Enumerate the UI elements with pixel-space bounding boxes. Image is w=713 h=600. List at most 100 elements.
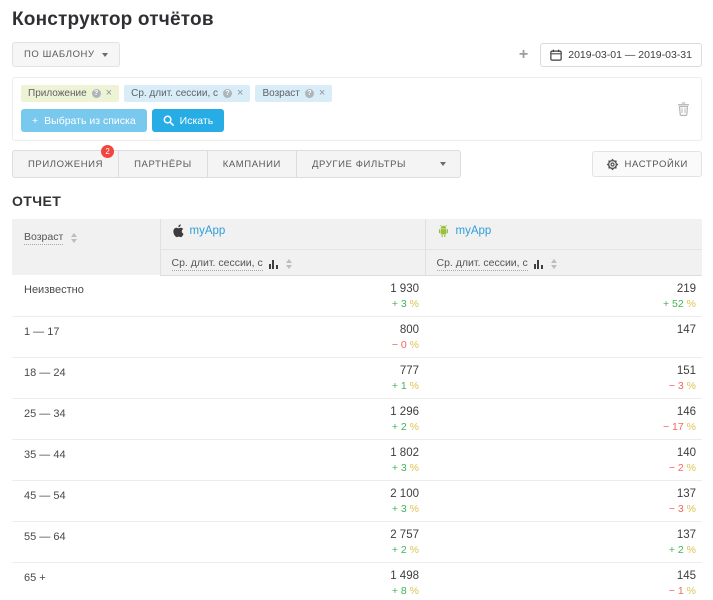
app-name-link[interactable]: myApp xyxy=(190,225,226,237)
chevron-down-icon xyxy=(102,53,108,57)
cell-value: 219 xyxy=(425,283,696,295)
row-label: 1 — 17 xyxy=(12,316,160,357)
metric-header-ios[interactable]: Ср. длит. сессии, с xyxy=(160,249,425,275)
cell-value: 137 xyxy=(425,488,696,500)
filter-tabs: ПРИЛОЖЕНИЯ 2 ПАРТНЁРЫ КАМПАНИИ ДРУГИЕ ФИ… xyxy=(12,150,461,178)
bar-chart-icon xyxy=(534,260,543,269)
tab-campaigns[interactable]: КАМПАНИИ xyxy=(208,150,297,178)
app-header-android[interactable]: myApp xyxy=(425,219,702,249)
table-row[interactable]: 45 — 54 2 100 + 3 % 137 − 3 % xyxy=(12,480,702,521)
tabs-row: ПРИЛОЖЕНИЯ 2 ПАРТНЁРЫ КАМПАНИИ ДРУГИЕ ФИ… xyxy=(12,150,702,178)
cell-change: + 8 % xyxy=(160,585,419,597)
cell-change: + 3 % xyxy=(160,298,419,310)
cell-value: 1 498 xyxy=(160,570,419,582)
table-row[interactable]: 55 — 64 2 757 + 2 % 137 + 2 % xyxy=(12,521,702,562)
template-dropdown-button[interactable]: ПО ШАБЛОНУ xyxy=(12,42,120,67)
cell-value: 2 757 xyxy=(160,529,419,541)
info-icon[interactable]: ? xyxy=(92,89,101,98)
cell-value: 145 xyxy=(425,570,696,582)
add-period-button[interactable]: + xyxy=(519,47,528,63)
filter-chip-age[interactable]: Возраст ? × xyxy=(255,85,332,102)
tab-applications-label: ПРИЛОЖЕНИЯ xyxy=(28,159,103,170)
remove-chip-icon[interactable]: × xyxy=(237,88,243,99)
filter-chip-session-length[interactable]: Ср. длит. сессии, с ? × xyxy=(124,85,250,102)
report-builder-page: Конструктор отчётов ПО ШАБЛОНУ + 2019-03… xyxy=(0,9,713,600)
table-row[interactable]: 65 + 1 498 + 8 % 145 − 1 % xyxy=(12,562,702,600)
date-range-value: 2019-03-01 — 2019-03-31 xyxy=(568,49,692,61)
row-label: 25 — 34 xyxy=(12,398,160,439)
search-button-label: Искать xyxy=(180,115,214,127)
info-icon[interactable]: ? xyxy=(305,89,314,98)
tab-applications[interactable]: ПРИЛОЖЕНИЯ 2 xyxy=(12,150,119,178)
app-name-link[interactable]: myApp xyxy=(456,225,492,237)
applications-count-badge: 2 xyxy=(101,145,114,158)
table-row[interactable]: 25 — 34 1 296 + 2 % 146 − 17 % xyxy=(12,398,702,439)
search-icon xyxy=(163,115,174,126)
cell-value: 2 100 xyxy=(160,488,419,500)
cell-value: 146 xyxy=(425,406,696,418)
row-label: 18 — 24 xyxy=(12,357,160,398)
tab-other-filters[interactable]: ДРУГИЕ ФИЛЬТРЫ xyxy=(297,150,461,178)
cell-value: 137 xyxy=(425,529,696,541)
sort-icon xyxy=(286,259,292,269)
cell-change: − 0 % xyxy=(160,339,419,351)
table-row[interactable]: 1 — 17 800 − 0 % 147 % xyxy=(12,316,702,357)
page-title: Конструктор отчётов xyxy=(12,9,713,31)
info-icon[interactable]: ? xyxy=(223,89,232,98)
gear-icon xyxy=(606,158,619,171)
row-label: Неизвестно xyxy=(12,275,160,316)
remove-chip-icon[interactable]: × xyxy=(319,88,325,99)
filter-chips: Приложение ? × Ср. длит. сессии, с ? × В… xyxy=(21,85,671,102)
cell-change: + 1 % xyxy=(160,380,419,392)
sort-icon xyxy=(71,233,77,243)
sort-icon xyxy=(551,259,557,269)
tab-partners-label: ПАРТНЁРЫ xyxy=(134,159,192,170)
table-header-apps-row: Возраст myApp myApp xyxy=(12,219,702,249)
cell-value: 151 xyxy=(425,365,696,377)
report-table: Возраст myApp myApp xyxy=(12,219,702,600)
apple-icon xyxy=(172,224,184,238)
chevron-down-icon xyxy=(440,162,446,166)
metric-header-android[interactable]: Ср. длит. сессии, с xyxy=(425,249,702,275)
cell-change: + 2 % xyxy=(160,544,419,556)
filter-chip-label: Ср. длит. сессии, с xyxy=(131,88,218,99)
cell-change: + 52 % xyxy=(425,298,696,310)
cell-change: + 3 % xyxy=(160,462,419,474)
filter-chip-application[interactable]: Приложение ? × xyxy=(21,85,119,102)
dimension-header-cell[interactable]: Возраст xyxy=(12,219,160,275)
toolbar: ПО ШАБЛОНУ + 2019-03-01 — 2019-03-31 xyxy=(12,42,702,67)
filter-panel: Приложение ? × Ср. длит. сессии, с ? × В… xyxy=(12,77,702,141)
settings-button[interactable]: НАСТРОЙКИ xyxy=(592,151,702,177)
cell-change: − 17 % xyxy=(425,421,696,433)
app-header-ios[interactable]: myApp xyxy=(160,219,425,249)
cell-value: 800 xyxy=(160,324,419,336)
row-label: 35 — 44 xyxy=(12,439,160,480)
delete-filters-icon[interactable] xyxy=(677,102,690,116)
cell-change: − 3 % xyxy=(425,380,696,392)
cell-value: 147 xyxy=(425,324,696,336)
search-button[interactable]: Искать xyxy=(152,109,225,132)
cell-change: + 2 % xyxy=(425,544,696,556)
tab-campaigns-label: КАМПАНИИ xyxy=(223,159,281,170)
cell-change: + 2 % xyxy=(160,421,419,433)
cell-value: 777 xyxy=(160,365,419,377)
filter-chip-label: Возраст xyxy=(262,88,299,99)
row-label: 65 + xyxy=(12,562,160,600)
settings-button-label: НАСТРОЙКИ xyxy=(625,159,688,170)
date-range-picker[interactable]: 2019-03-01 — 2019-03-31 xyxy=(540,43,702,67)
metric-header-label: Ср. длит. сессии, с xyxy=(437,257,528,271)
dimension-header-label: Возраст xyxy=(24,231,63,245)
metric-header-label: Ср. длит. сессии, с xyxy=(172,257,263,271)
tab-partners[interactable]: ПАРТНЁРЫ xyxy=(119,150,208,178)
tab-other-filters-label: ДРУГИЕ ФИЛЬТРЫ xyxy=(312,159,406,170)
cell-change: − 2 % xyxy=(425,462,696,474)
select-from-list-button[interactable]: + Выбрать из списка xyxy=(21,109,147,132)
remove-chip-icon[interactable]: × xyxy=(106,88,112,99)
table-row[interactable]: 18 — 24 777 + 1 % 151 − 3 % xyxy=(12,357,702,398)
cell-value: 1 930 xyxy=(160,283,419,295)
cell-value: 1 296 xyxy=(160,406,419,418)
row-label: 55 — 64 xyxy=(12,521,160,562)
report-section-title: ОТЧЕТ xyxy=(12,193,713,209)
table-row[interactable]: Неизвестно 1 930 + 3 % 219 + 52 % xyxy=(12,275,702,316)
table-row[interactable]: 35 — 44 1 802 + 3 % 140 − 2 % xyxy=(12,439,702,480)
